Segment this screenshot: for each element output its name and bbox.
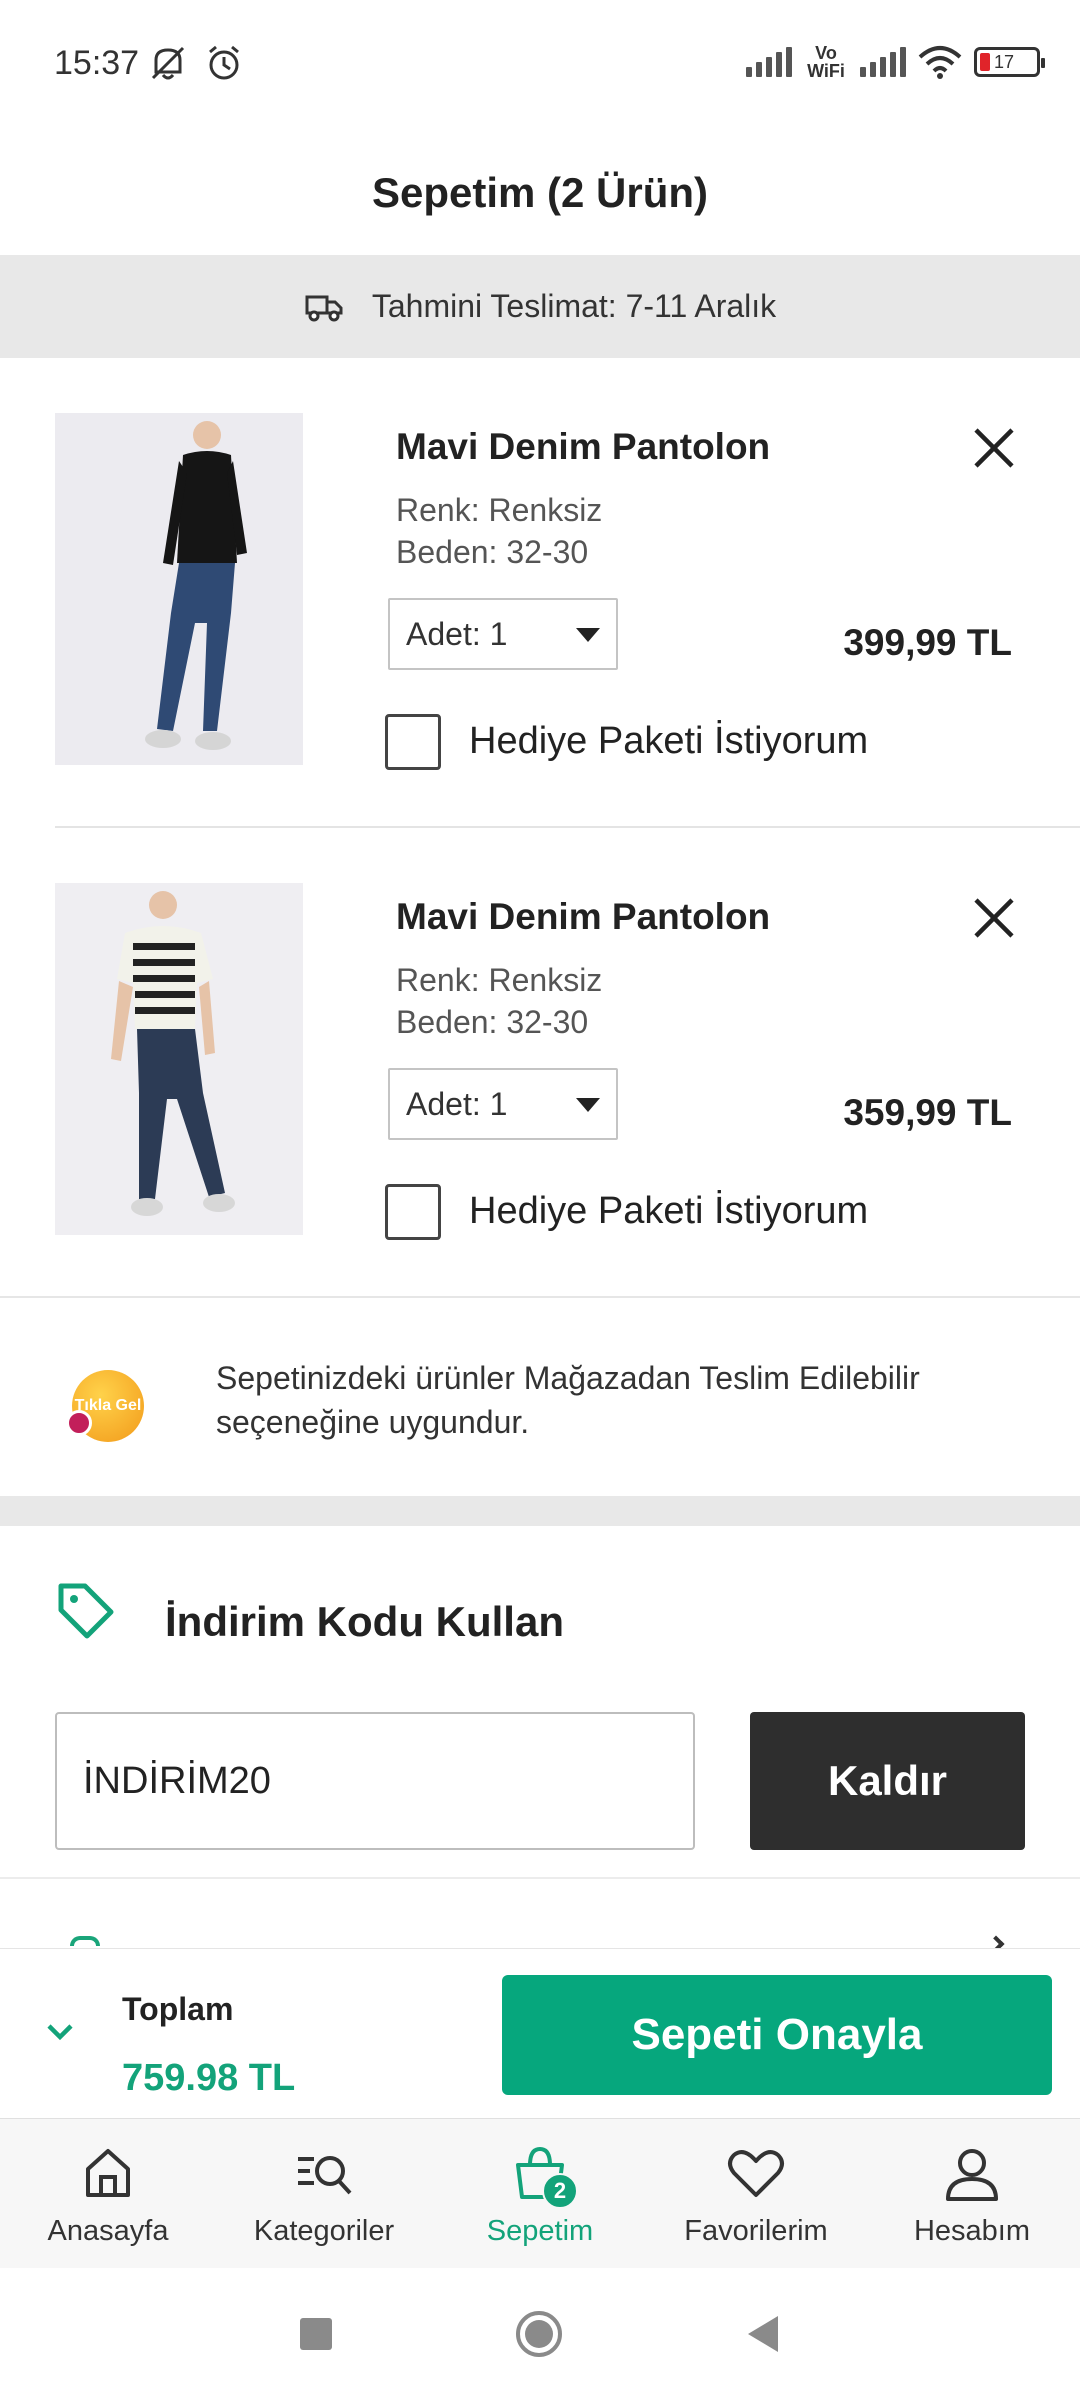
status-left-icons — [148, 44, 244, 82]
cart-count-badge: 2 — [542, 2173, 578, 2209]
dropdown-arrow-icon — [576, 1098, 600, 1112]
product-size: Beden: 32-30 — [396, 534, 589, 570]
gift-wrap-label[interactable]: Hediye Paketi İstiyorum — [469, 720, 868, 763]
product-image[interactable] — [55, 413, 303, 765]
nav-item-categories[interactable]: Kategoriler — [216, 2119, 432, 2268]
cart-item: Mavi Denim Pantolon Renk: Renksiz Beden:… — [0, 828, 1080, 1298]
gift-wrap-checkbox[interactable] — [385, 1184, 441, 1240]
discount-section-header: İndirim Kodu Kullan — [0, 1580, 1080, 1660]
product-name[interactable]: Mavi Denim Pantolon — [396, 426, 770, 468]
signal-strength-icon — [746, 47, 792, 77]
product-image[interactable] — [55, 883, 303, 1235]
bottom-navigation: Anasayfa Kategoriler 2 Sepetim Favoriler… — [0, 2118, 1080, 2268]
delivery-banner: Tahmini Teslimat: 7-11 Aralık — [0, 255, 1080, 358]
discount-title: İndirim Kodu Kullan — [165, 1598, 564, 1645]
page-title: Sepetim (2 Ürün) — [371, 168, 709, 216]
status-right-icons: Vo WiFi 17 — [746, 43, 1045, 81]
close-icon — [974, 428, 1014, 468]
total-label: Toplam — [122, 1991, 234, 2027]
cart-nav-icon-wrap: 2 — [508, 2141, 578, 2209]
category-search-icon — [298, 2156, 352, 2195]
quantity-select[interactable]: Adet: 1 — [388, 1068, 618, 1140]
product-color: Renk: Renksiz — [396, 492, 603, 528]
quantity-value: Adet: 1 — [406, 615, 508, 652]
cart-item: Mavi Denim Pantolon Renk: Renksiz Beden:… — [0, 358, 1080, 828]
bell-muted-icon — [151, 46, 185, 80]
truck-icon — [305, 295, 343, 321]
total-amount: 759.98 TL — [122, 2057, 296, 2099]
nav-label-favorites: Favorilerim — [684, 2215, 828, 2247]
status-time: 15:37 — [54, 44, 140, 82]
nav-label-categories: Kategoriler — [253, 2215, 395, 2247]
recent-apps-icon[interactable] — [298, 2316, 334, 2352]
remove-discount-button[interactable]: Kaldır — [750, 1712, 1025, 1850]
system-navigation-bar — [0, 2268, 1080, 2400]
store-pickup-notice: Tıkla Gel Sepetinizdeki ürünler Mağazada… — [0, 1296, 1080, 1496]
tikla-gel-logo: Tıkla Gel — [66, 1370, 144, 1442]
home-button-icon[interactable] — [514, 2309, 564, 2359]
gift-wrap-checkbox[interactable] — [385, 714, 441, 770]
product-name[interactable]: Mavi Denim Pantolon — [396, 896, 770, 938]
page-header: Sepetim (2 Ürün) — [0, 130, 1080, 255]
vowifi-indicator: Vo WiFi — [807, 43, 845, 81]
nav-label-home: Anasayfa — [47, 2215, 169, 2247]
nav-label-account: Hesabım — [913, 2215, 1031, 2247]
remove-item-button[interactable] — [968, 892, 1020, 944]
tag-icon — [58, 1583, 114, 1639]
partially-hidden-icon — [70, 1936, 100, 1946]
back-icon[interactable] — [744, 2314, 782, 2354]
dropdown-arrow-icon — [576, 628, 600, 642]
quantity-select[interactable]: Adet: 1 — [388, 598, 618, 670]
gift-wrap-label[interactable]: Hediye Paketi İstiyorum — [469, 1190, 868, 1233]
product-price: 399,99 TL — [843, 622, 1012, 663]
heart-icon — [728, 2150, 784, 2197]
home-icon — [86, 2149, 130, 2197]
battery-level: 17 — [994, 51, 1015, 72]
nav-item-cart[interactable]: 2 Sepetim — [432, 2119, 648, 2268]
nav-item-home[interactable]: Anasayfa — [0, 2119, 216, 2268]
store-pickup-text: Sepetinizdeki ürünler Mağazadan Teslim E… — [216, 1360, 920, 1440]
discount-code-input[interactable] — [55, 1712, 695, 1850]
nav-label-cart: Sepetim — [486, 2215, 594, 2247]
quantity-value: Adet: 1 — [406, 1085, 508, 1122]
chevron-down-icon[interactable] — [45, 2017, 75, 2047]
nav-item-account[interactable]: Hesabım — [864, 2119, 1080, 2268]
nav-item-favorites[interactable]: Favorilerim — [648, 2119, 864, 2268]
product-size: Beden: 32-30 — [396, 1004, 589, 1040]
confirm-cart-button[interactable]: Sepeti Onayla — [502, 1975, 1052, 2095]
alarm-icon — [209, 45, 239, 80]
signal-strength-2-icon — [860, 47, 906, 77]
section-separator — [0, 1496, 1080, 1526]
section-divider — [0, 1877, 1080, 1879]
total-bar: Toplam 759.98 TL Sepeti Onayla — [0, 1948, 1080, 2118]
battery-icon: 17 — [974, 47, 1045, 77]
remove-item-button[interactable] — [968, 422, 1020, 474]
product-color: Renk: Renksiz — [396, 962, 603, 998]
wifi-icon — [918, 46, 962, 79]
delivery-estimate: Tahmini Teslimat: 7-11 Aralık — [371, 288, 777, 324]
user-icon — [946, 2149, 998, 2201]
status-bar: 15:37 Vo WiFi 17 — [0, 0, 1080, 130]
product-price: 359,99 TL — [843, 1092, 1012, 1133]
cursor-badge-icon — [66, 1410, 92, 1436]
close-icon — [974, 898, 1014, 938]
